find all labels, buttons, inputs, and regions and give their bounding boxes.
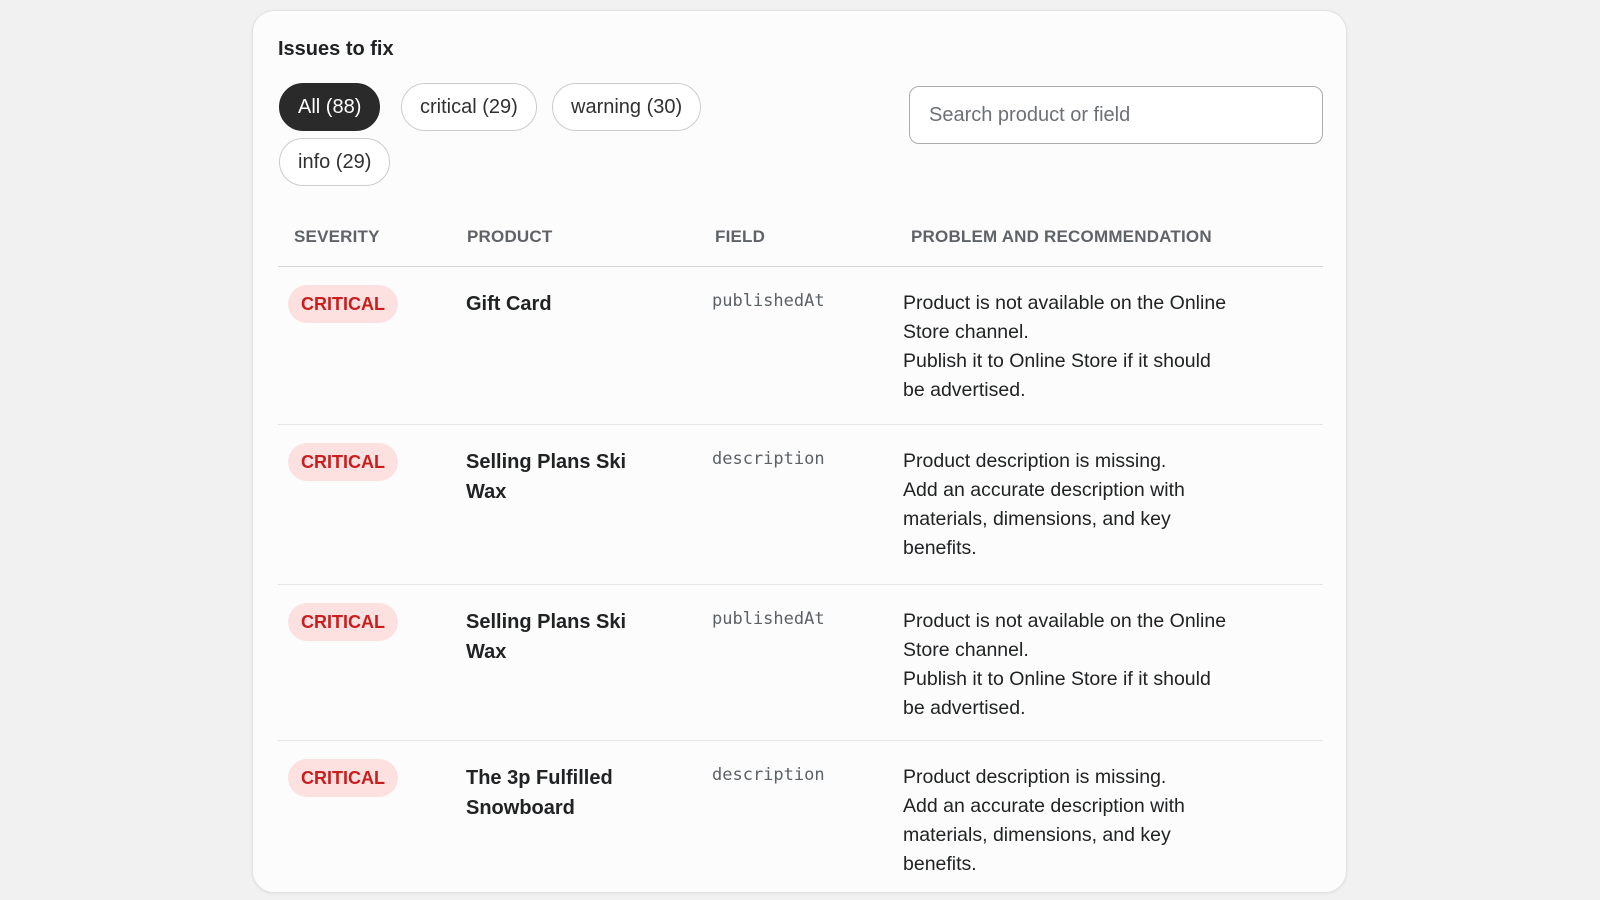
problem-cell: Product description is missing. Add an a…: [903, 447, 1233, 563]
header-field: FIELD: [715, 227, 766, 246]
severity-badge: CRITICAL: [288, 285, 398, 323]
problem-text: Product description is missing.: [903, 450, 1167, 472]
issues-card: Issues to fix All (88) critical (29) war…: [252, 10, 1347, 893]
recommendation-text: Publish it to Online Store if it should …: [903, 350, 1211, 401]
filter-all[interactable]: All (88): [279, 83, 381, 131]
header-severity: SEVERITY: [294, 227, 380, 246]
problem-text: Product is not available on the Online S…: [903, 292, 1227, 343]
table-header: SEVERITY PRODUCT FIELD PROBLEM AND RECOM…: [278, 207, 1323, 267]
table-row: CRITICAL The 3p Fulfilled Snowboard desc…: [278, 741, 1323, 891]
field-name: publishedAt: [712, 291, 825, 311]
severity-badge: CRITICAL: [288, 603, 398, 641]
severity-badge: CRITICAL: [288, 759, 398, 797]
header-problem: PROBLEM AND RECOMMENDATION: [911, 227, 1212, 246]
field-name: description: [712, 449, 825, 469]
recommendation-text: Add an accurate description with materia…: [903, 479, 1185, 559]
recommendation-text: Add an accurate description with materia…: [903, 795, 1185, 875]
field-name: publishedAt: [712, 609, 825, 629]
table-row: CRITICAL Gift Card publishedAt Product i…: [278, 267, 1323, 425]
problem-text: Product description is missing.: [903, 766, 1167, 788]
table-row: CRITICAL Selling Plans Ski Wax descripti…: [278, 425, 1323, 585]
filter-critical[interactable]: critical (29): [401, 83, 537, 131]
problem-cell: Product is not available on the Online S…: [903, 607, 1233, 723]
header-product: PRODUCT: [467, 227, 553, 246]
severity-badge: CRITICAL: [288, 443, 398, 481]
problem-cell: Product is not available on the Online S…: [903, 289, 1233, 405]
product-name: Selling Plans Ski Wax: [466, 451, 627, 503]
problem-text: Product is not available on the Online S…: [903, 610, 1227, 661]
recommendation-text: Publish it to Online Store if it should …: [903, 668, 1211, 719]
product-name: Gift Card: [466, 293, 552, 315]
filter-warning[interactable]: warning (30): [552, 83, 702, 131]
field-name: description: [712, 765, 825, 785]
problem-cell: Product description is missing. Add an a…: [903, 763, 1233, 879]
filter-info[interactable]: info (29): [279, 138, 391, 186]
card-title: Issues to fix: [278, 38, 394, 60]
product-name: The 3p Fulfilled Snowboard: [466, 767, 613, 819]
search-input[interactable]: [909, 86, 1323, 144]
product-name: Selling Plans Ski Wax: [466, 611, 627, 663]
table-row: CRITICAL Selling Plans Ski Wax published…: [278, 585, 1323, 741]
